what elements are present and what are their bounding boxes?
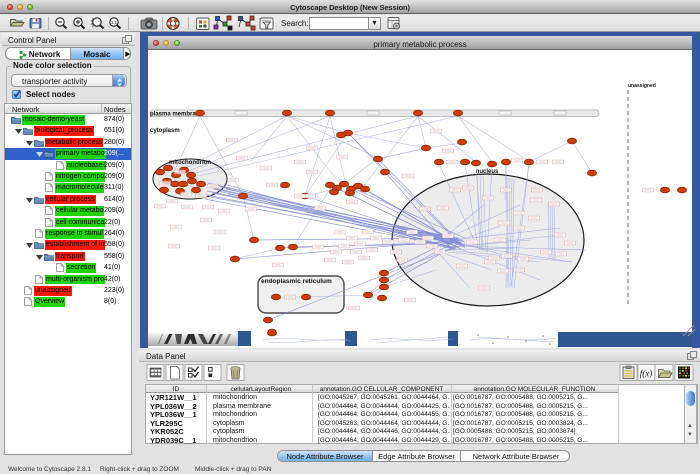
svg-text:unassigned: unassigned [628, 83, 656, 89]
svg-text:mitochondrion: mitochondrion [169, 160, 211, 166]
svg-text:1:1: 1:1 [111, 20, 118, 25]
svg-text:cytoplasm: cytoplasm [150, 128, 180, 134]
svg-text:nucleus: nucleus [476, 169, 499, 175]
svg-text:f(x): f(x) [640, 369, 653, 379]
svg-text:endoplasmic reticulum: endoplasmic reticulum [261, 278, 332, 285]
